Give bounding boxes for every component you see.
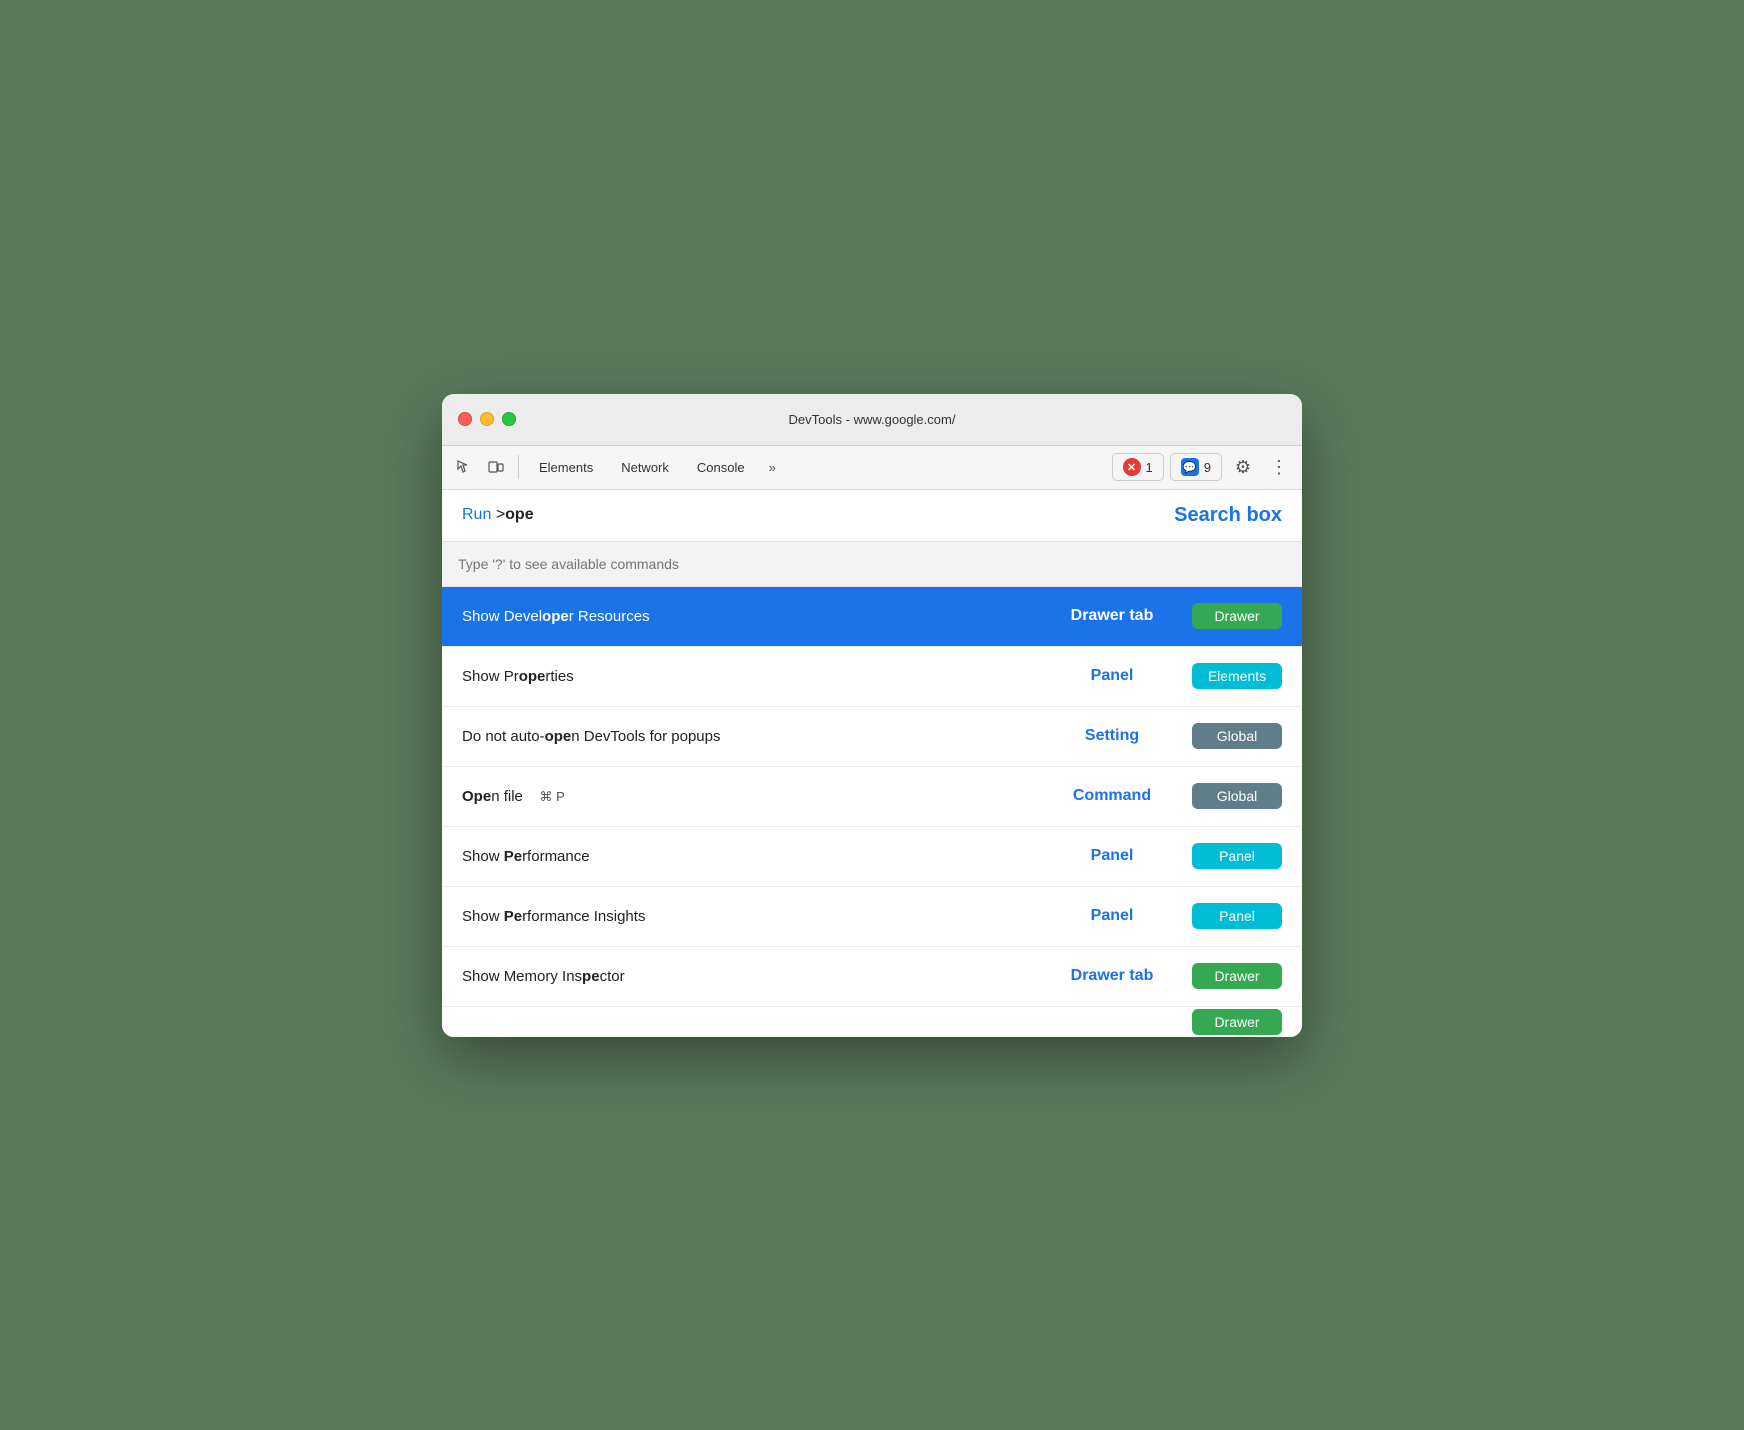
result-category: Command [1032, 787, 1192, 805]
result-category: Setting [1032, 727, 1192, 745]
result-tag: Panel [1192, 903, 1282, 929]
result-tag: Global [1192, 783, 1282, 809]
command-palette: Run >ope Search box Show Developer Resou… [442, 490, 1302, 1037]
result-row[interactable]: Show Performance Panel Panel [442, 827, 1302, 887]
result-row[interactable]: Show Memory Inspector Drawer tab Drawer [442, 947, 1302, 1007]
search-area [442, 542, 1302, 587]
result-category: Drawer tab [1032, 607, 1192, 625]
command-search-input[interactable] [458, 552, 1286, 576]
result-tag: Drawer [1192, 963, 1282, 989]
message-count: 9 [1204, 460, 1211, 475]
result-name: Open file ⌘ P [462, 788, 1032, 805]
result-tag: Global [1192, 723, 1282, 749]
window-title: DevTools - www.google.com/ [789, 412, 956, 427]
run-text: Run [462, 506, 491, 523]
toolbar-right: ✕ 1 💬 9 ⚙ ⋮ [1112, 452, 1294, 482]
result-row[interactable]: Show Performance Insights Panel Panel [442, 887, 1302, 947]
result-category: Panel [1032, 667, 1192, 685]
toolbar: Elements Network Console » ✕ 1 💬 9 ⚙ ⋮ [442, 446, 1302, 490]
traffic-lights [458, 412, 516, 426]
error-count: 1 [1146, 460, 1153, 475]
minimize-button[interactable] [480, 412, 494, 426]
search-box-label: Search box [1174, 504, 1282, 527]
result-row[interactable]: Show Developer Resources Drawer tab Draw… [442, 587, 1302, 647]
result-name: Show Developer Resources [462, 608, 1032, 625]
result-name: Show Memory Inspector [462, 968, 1032, 985]
more-tabs-button[interactable]: » [761, 456, 784, 479]
result-row-partial[interactable]: Drawer [442, 1007, 1302, 1037]
results-list: Show Developer Resources Drawer tab Draw… [442, 587, 1302, 1037]
error-badge-button[interactable]: ✕ 1 [1112, 453, 1164, 481]
result-name: Show Performance Insights [462, 908, 1032, 925]
result-category: Panel [1032, 847, 1192, 865]
run-bar: Run >ope Search box [442, 490, 1302, 542]
result-name: Show Performance [462, 848, 1032, 865]
error-icon: ✕ [1123, 458, 1141, 476]
result-tag: Elements [1192, 663, 1282, 689]
result-row[interactable]: Open file ⌘ P Command Global [442, 767, 1302, 827]
message-badge-button[interactable]: 💬 9 [1170, 453, 1222, 481]
result-tag: Drawer [1192, 1009, 1282, 1035]
result-row[interactable]: Show Properties Panel Elements [442, 647, 1302, 707]
inspect-element-button[interactable] [450, 453, 478, 481]
result-name: Do not auto-open DevTools for popups [462, 728, 1032, 745]
toolbar-separator [518, 455, 519, 479]
result-tag: Panel [1192, 843, 1282, 869]
message-icon: 💬 [1181, 458, 1199, 476]
typed-text: >ope [496, 506, 534, 523]
result-name: Show Properties [462, 668, 1032, 685]
close-button[interactable] [458, 412, 472, 426]
result-tag: Drawer [1192, 603, 1282, 629]
result-row[interactable]: Do not auto-open DevTools for popups Set… [442, 707, 1302, 767]
maximize-button[interactable] [502, 412, 516, 426]
title-bar: DevTools - www.google.com/ [442, 394, 1302, 446]
settings-button[interactable]: ⚙ [1228, 452, 1258, 482]
device-toggle-button[interactable] [482, 453, 510, 481]
tab-elements[interactable]: Elements [527, 456, 605, 479]
tab-console[interactable]: Console [685, 456, 757, 479]
more-options-button[interactable]: ⋮ [1264, 452, 1294, 482]
run-label: Run >ope [462, 506, 534, 524]
tab-network[interactable]: Network [609, 456, 681, 479]
devtools-window: DevTools - www.google.com/ Elements Netw… [442, 394, 1302, 1037]
result-category: Panel [1032, 907, 1192, 925]
result-category: Drawer tab [1032, 967, 1192, 985]
